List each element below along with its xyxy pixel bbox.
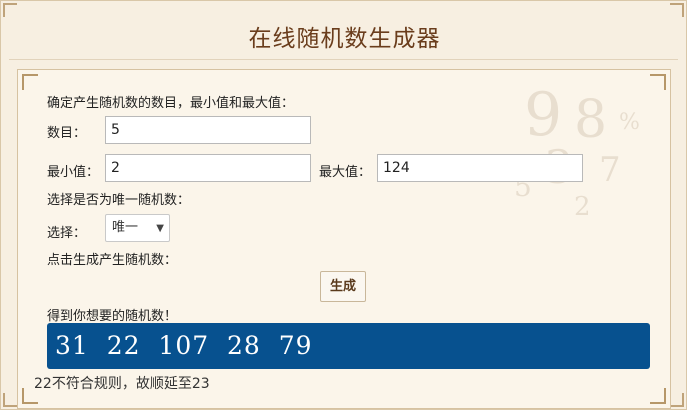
triangle-down-icon: ▼ (156, 223, 164, 234)
result-label: 得到你想要的随机数！ (47, 309, 178, 324)
result-display: 31 22 107 28 79 (47, 323, 650, 369)
choice-label: 选择： (47, 226, 87, 241)
page-frame: 在线随机数生成器 9 8 3 7 5 2 % 确定产生随机数的数目，最小值和最大… (0, 0, 687, 410)
count-input[interactable]: 5 (105, 116, 311, 144)
min-input[interactable]: 2 (105, 154, 311, 182)
unique-question-label: 选择是否为唯一随机数： (47, 193, 191, 208)
unique-select[interactable]: 唯一 ▼ (105, 214, 170, 242)
unique-select-value: 唯一 (112, 220, 139, 235)
max-label: 最大值： (319, 165, 372, 180)
panel-corner-ornament (650, 388, 666, 404)
frame-corner-ornament (3, 393, 17, 407)
generate-prompt-label: 点击生成产生随机数： (47, 253, 178, 268)
count-label: 数目： (47, 126, 87, 141)
panel-corner-ornament (22, 74, 38, 90)
frame-corner-ornament (670, 393, 684, 407)
frame-corner-ornament (670, 3, 684, 17)
min-label: 最小值： (47, 165, 100, 180)
page-title: 在线随机数生成器 (248, 26, 441, 52)
frame-corner-ornament (3, 3, 17, 17)
panel-corner-ornament (650, 74, 666, 90)
title-divider (9, 59, 678, 60)
intro-label: 确定产生随机数的数目，最小值和最大值： (47, 96, 295, 111)
result-note: 22不符合规则，故顺延至23 (34, 376, 210, 392)
generate-button[interactable]: 生成 (320, 271, 366, 302)
max-input[interactable]: 124 (377, 154, 583, 182)
